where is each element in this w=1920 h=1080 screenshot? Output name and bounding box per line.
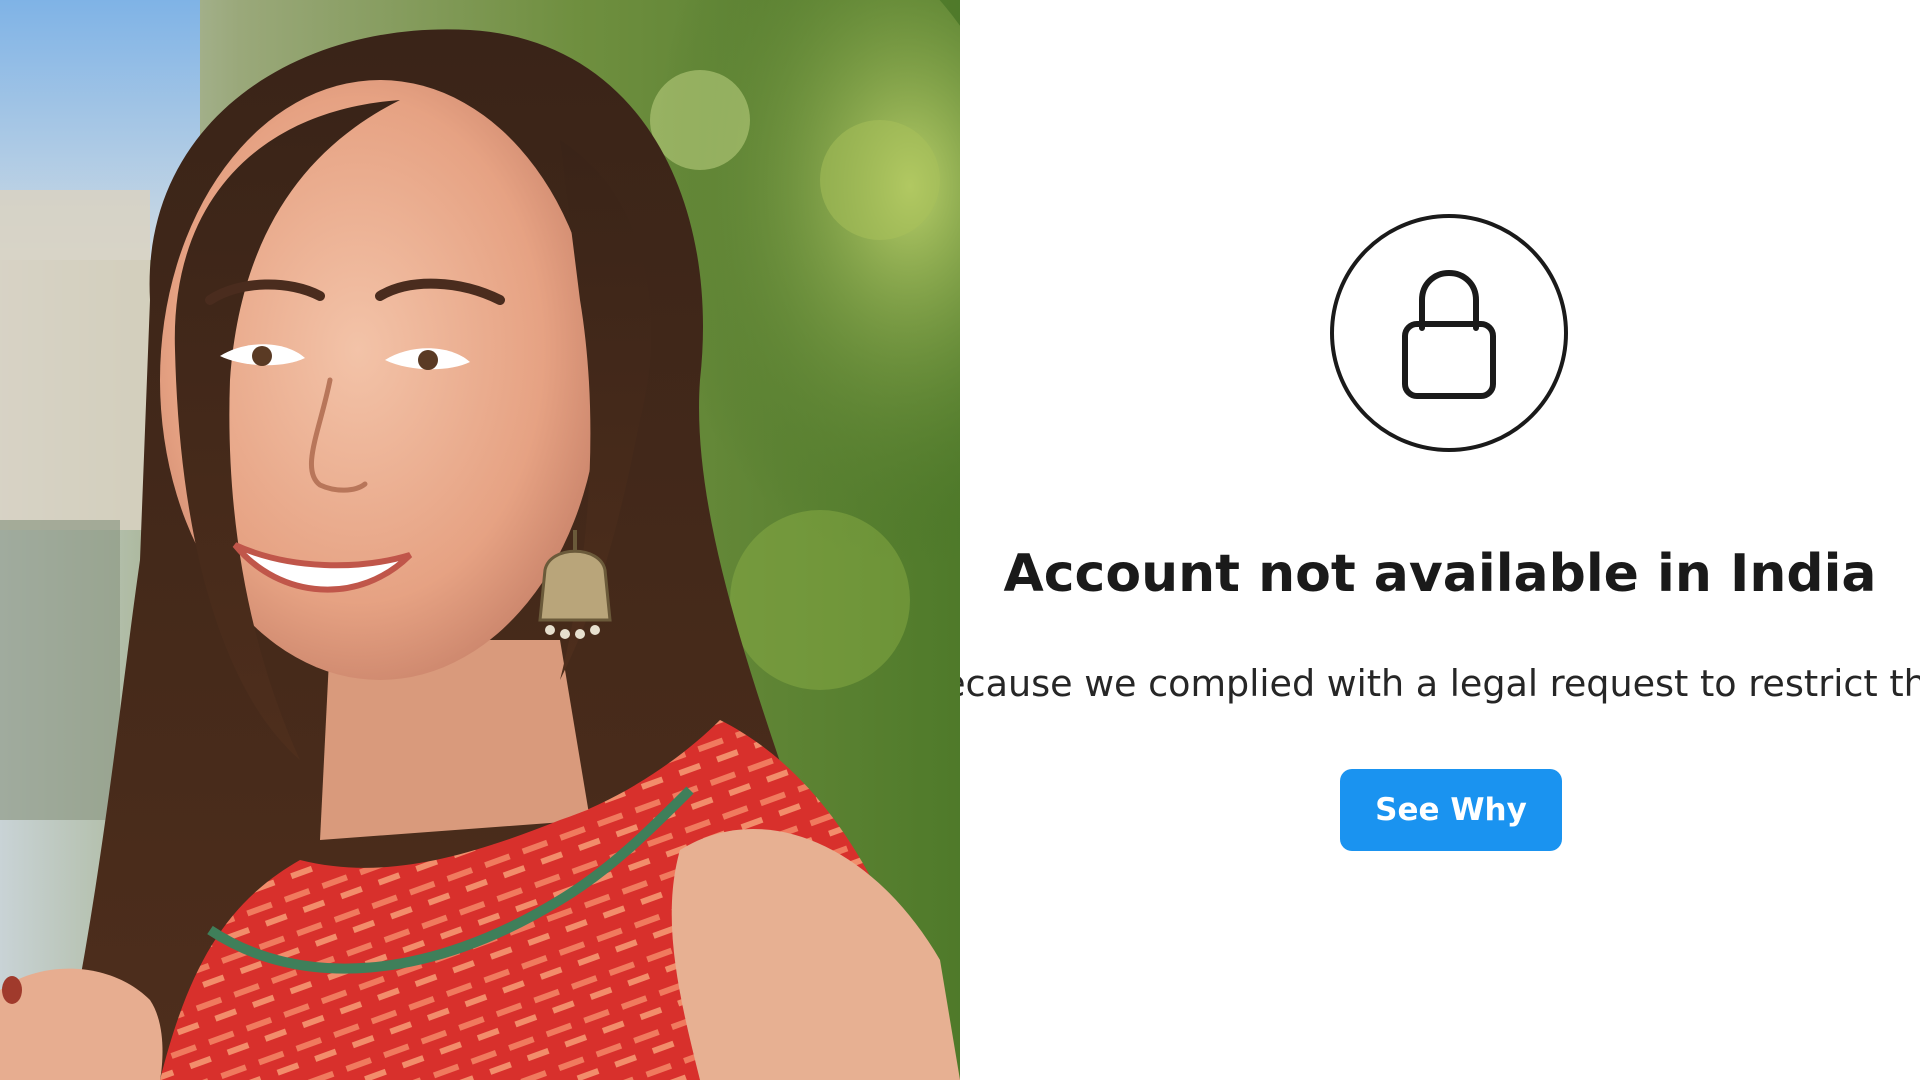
portrait-photo xyxy=(0,0,960,1080)
restricted-account-panel: Account not available in India ecause we… xyxy=(960,0,1920,1080)
lock-badge xyxy=(1330,214,1568,452)
restriction-title: Account not available in India xyxy=(1003,544,1877,604)
restriction-message-text: ecause we complied with a legal request … xyxy=(960,662,1920,705)
restriction-message: ecause we complied with a legal request … xyxy=(960,656,1920,712)
portrait-illustration xyxy=(0,0,960,1080)
see-why-button[interactable]: See Why xyxy=(1340,769,1562,851)
lock-icon xyxy=(1402,269,1496,399)
screenshot-stage: Account not available in India ecause we… xyxy=(0,0,1920,1080)
